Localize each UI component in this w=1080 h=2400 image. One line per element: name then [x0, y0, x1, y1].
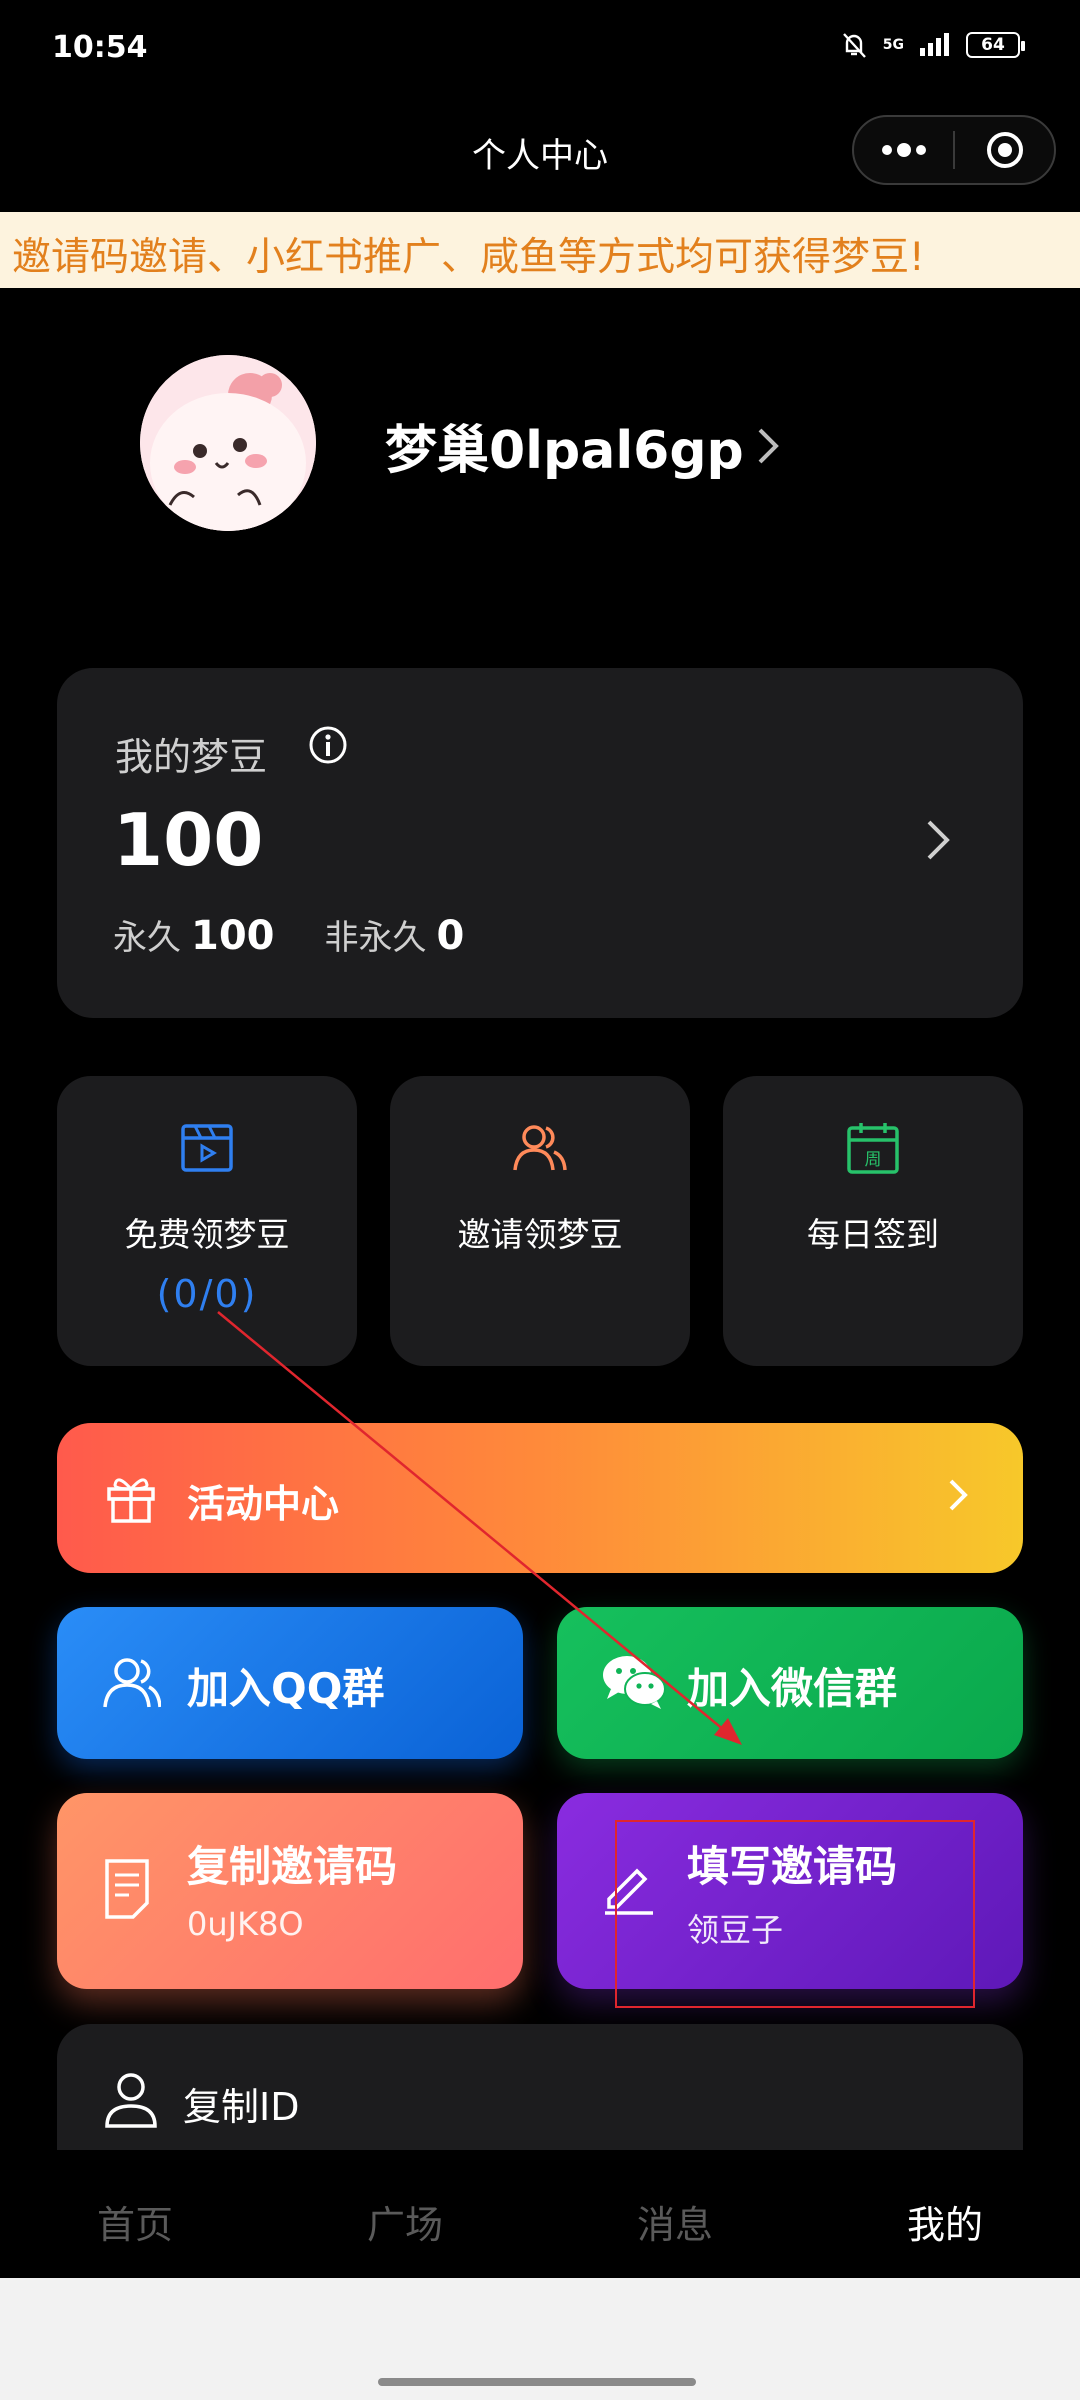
free-beans-button[interactable]: 免费领梦豆 (0/0) [57, 1076, 357, 1366]
user-icon [105, 2073, 157, 2128]
free-beans-label: 免费领梦豆 [124, 1215, 290, 1254]
document-icon [105, 1859, 149, 1919]
mute-bell-icon [842, 33, 866, 58]
target-icon [986, 132, 1023, 168]
chevron-right-icon [758, 428, 779, 463]
wechat-icon [603, 1656, 666, 1709]
username-link[interactable]: 梦巢0lpal6gp [385, 408, 780, 483]
username: 梦巢0lpal6gp [385, 421, 744, 481]
beans-card[interactable]: 我的梦豆 100 永久 100 非永久 0 [57, 668, 1023, 1018]
highlight-box [615, 1820, 975, 2008]
info-icon[interactable] [307, 724, 349, 766]
gift-icon [107, 1478, 155, 1523]
tab-home[interactable]: 首页 [0, 2150, 270, 2278]
home-indicator[interactable] [378, 2378, 696, 2386]
chevron-right-icon [927, 820, 950, 860]
notice-bar: 邀请码邀请、小红书推广、咸鱼等方式均可获得梦豆! [0, 212, 1080, 288]
beans-breakdown: 永久 100 非永久 0 [113, 910, 464, 959]
avatar[interactable] [140, 355, 316, 531]
beans-title: 我的梦豆 [115, 735, 268, 779]
tab-mine[interactable]: 我的 [810, 2150, 1080, 2278]
invite-code-value: 0uJK8O [187, 1905, 304, 1943]
status-bar: 10:54 5G 64 [0, 0, 1080, 100]
join-qq-group-button[interactable]: 加入QQ群 [57, 1607, 523, 1759]
calendar-icon: 周 [847, 1123, 899, 1174]
free-beans-count: (0/0) [156, 1272, 258, 1316]
invite-beans-button[interactable]: 邀请领梦豆 [390, 1076, 690, 1366]
chevron-right-icon [949, 1479, 968, 1511]
signal-icon [920, 33, 949, 56]
video-icon [181, 1124, 233, 1172]
users-icon [103, 1658, 161, 1708]
status-time: 10:54 [52, 30, 148, 65]
join-wechat-label: 加入微信群 [687, 1664, 898, 1713]
activity-center-label: 活动中心 [187, 1482, 340, 1526]
permanent-label: 永久 [113, 918, 181, 958]
battery-icon: 64 [966, 32, 1025, 58]
copy-invite-code-button[interactable]: 复制邀请码 0uJK8O [57, 1793, 523, 1989]
copy-invite-label: 复制邀请码 [187, 1842, 398, 1891]
beans-total: 100 [113, 798, 264, 882]
avatar-image [140, 355, 316, 531]
copy-id-label: 复制ID [183, 2085, 300, 2129]
join-wechat-group-button[interactable]: 加入微信群 [557, 1607, 1023, 1759]
daily-checkin-button[interactable]: 周 每日签到 [723, 1076, 1023, 1366]
page-header: 个人中心 [0, 110, 1080, 190]
invite-beans-label: 邀请领梦豆 [457, 1215, 623, 1254]
daily-checkin-label: 每日签到 [807, 1215, 939, 1254]
tab-messages[interactable]: 消息 [540, 2150, 810, 2278]
users-icon [513, 1125, 567, 1171]
join-qq-label: 加入QQ群 [187, 1664, 385, 1713]
network-label: 5G [882, 37, 904, 53]
nonpermanent-label: 非永久 [324, 918, 427, 958]
nonpermanent-value: 0 [436, 913, 465, 959]
tab-square[interactable]: 广场 [270, 2150, 540, 2278]
more-dots-icon [881, 143, 926, 157]
status-icons: 5G 64 [839, 30, 1025, 60]
more-button[interactable] [854, 117, 953, 183]
activity-center-button[interactable]: 活动中心 [57, 1423, 1023, 1573]
mini-program-capsule [852, 115, 1056, 185]
battery-level: 64 [981, 35, 1005, 55]
permanent-value: 100 [191, 913, 275, 959]
bottom-tab-bar: 首页 广场 消息 我的 [0, 2150, 1080, 2278]
notice-text: 邀请码邀请、小红书推广、咸鱼等方式均可获得梦豆! [12, 235, 925, 280]
close-button[interactable] [955, 117, 1054, 183]
calendar-icon-text: 周 [865, 1150, 882, 1170]
